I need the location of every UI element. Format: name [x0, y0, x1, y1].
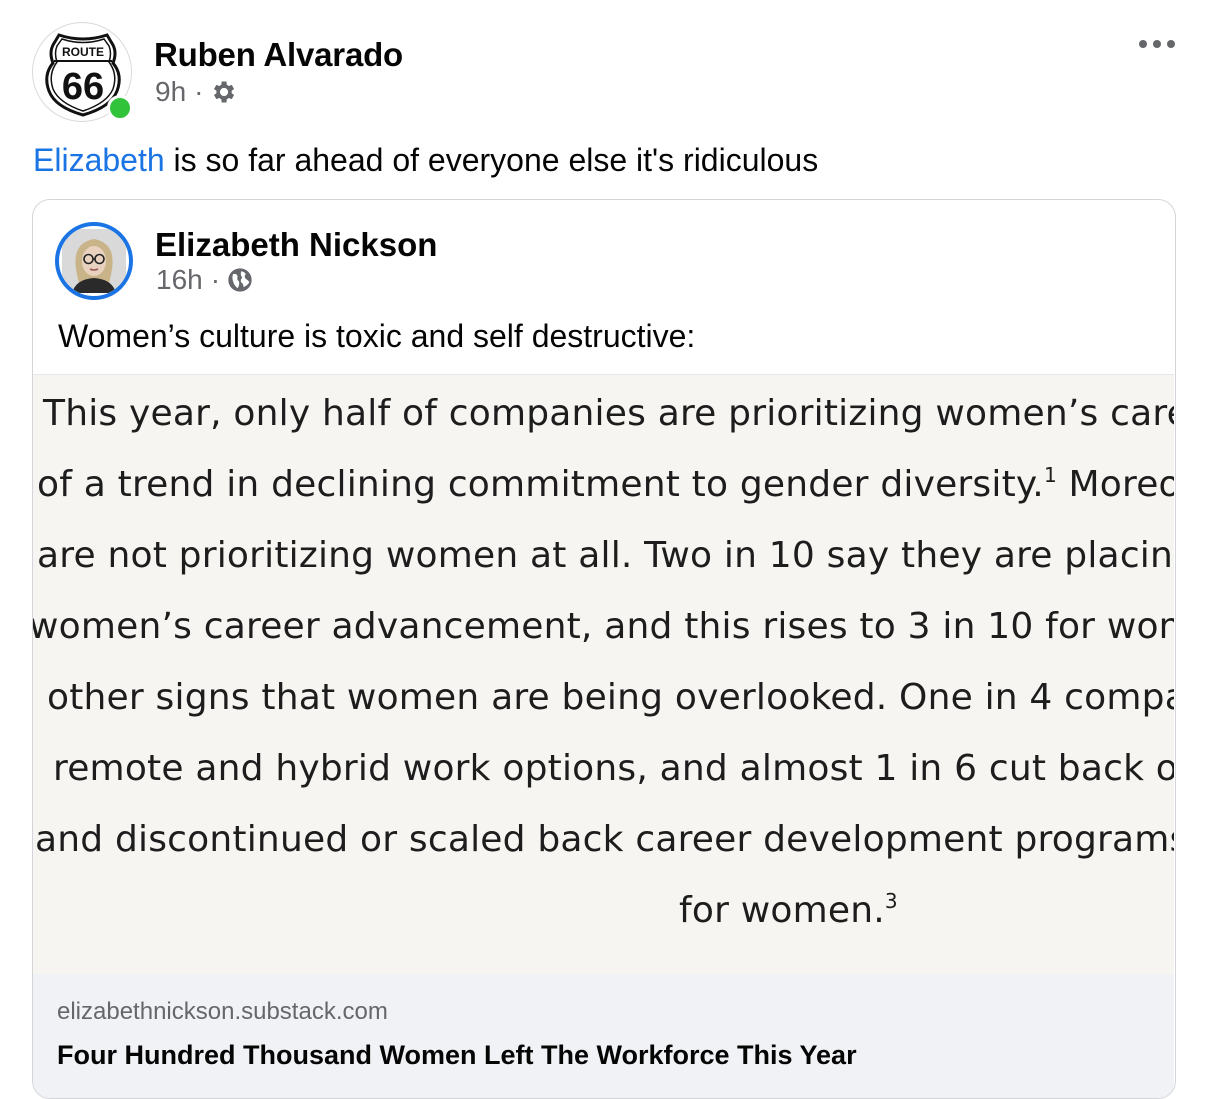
- shared-post-time[interactable]: 16h: [156, 264, 203, 296]
- link-domain: elizabethnickson.substack.com: [57, 998, 388, 1025]
- quoted-text-image[interactable]: This year, only half of companies are pr…: [33, 374, 1174, 976]
- shared-author-name[interactable]: Elizabeth Nickson: [155, 226, 437, 264]
- globe-icon[interactable]: [226, 266, 254, 294]
- quote-line: remote and hybrid work options, and almo…: [53, 748, 1174, 789]
- meta-separator: ·: [210, 264, 221, 295]
- quote-line: This year, only half of companies are pr…: [43, 393, 1174, 434]
- quote-line: are not prioritizing women at all. Two i…: [37, 535, 1174, 576]
- footnote-marker: 1: [1043, 463, 1057, 487]
- caption-text: is so far ahead of everyone else it's ri…: [164, 142, 819, 178]
- post-header: ROUTE 66 Ruben Alvarado 9h ·: [32, 22, 1182, 122]
- svg-text:66: 66: [62, 66, 104, 108]
- quote-line: other signs that women are being overloo…: [47, 677, 1174, 718]
- shared-post-header: Elizabeth Nickson 16h ·: [55, 222, 1155, 302]
- shared-post-meta: 16h ·: [156, 264, 254, 296]
- quote-line: women’s career advancement, and this ris…: [33, 606, 1174, 647]
- shared-post-card[interactable]: Elizabeth Nickson 16h · Women’s culture …: [32, 199, 1176, 1099]
- quote-line: of a trend in declining commitment to ge…: [37, 463, 1174, 505]
- mention-link[interactable]: Elizabeth: [33, 142, 165, 178]
- profile-photo-icon: [62, 229, 126, 293]
- footnote-marker: 3: [884, 889, 898, 913]
- svg-text:ROUTE: ROUTE: [62, 45, 104, 59]
- post-caption: Elizabeth is so far ahead of everyone el…: [33, 142, 818, 179]
- quote-line: for women.3: [679, 889, 898, 931]
- shared-author-avatar[interactable]: [55, 222, 133, 300]
- post-meta: 9h ·: [155, 76, 237, 108]
- link-title[interactable]: Four Hundred Thousand Women Left The Wor…: [57, 1040, 857, 1071]
- link-preview[interactable]: elizabethnickson.substack.com Four Hundr…: [33, 974, 1174, 1098]
- ellipsis-icon[interactable]: [1132, 30, 1182, 58]
- meta-separator: ·: [194, 76, 204, 107]
- gear-icon[interactable]: [209, 78, 237, 106]
- online-status-indicator: [107, 95, 133, 121]
- shared-post-text: Women’s culture is toxic and self destru…: [58, 318, 696, 354]
- author-avatar[interactable]: ROUTE 66: [32, 22, 133, 122]
- post-time[interactable]: 9h: [155, 76, 186, 108]
- quote-line: and discontinued or scaled back career d…: [35, 819, 1174, 860]
- post-author-name[interactable]: Ruben Alvarado: [154, 36, 403, 74]
